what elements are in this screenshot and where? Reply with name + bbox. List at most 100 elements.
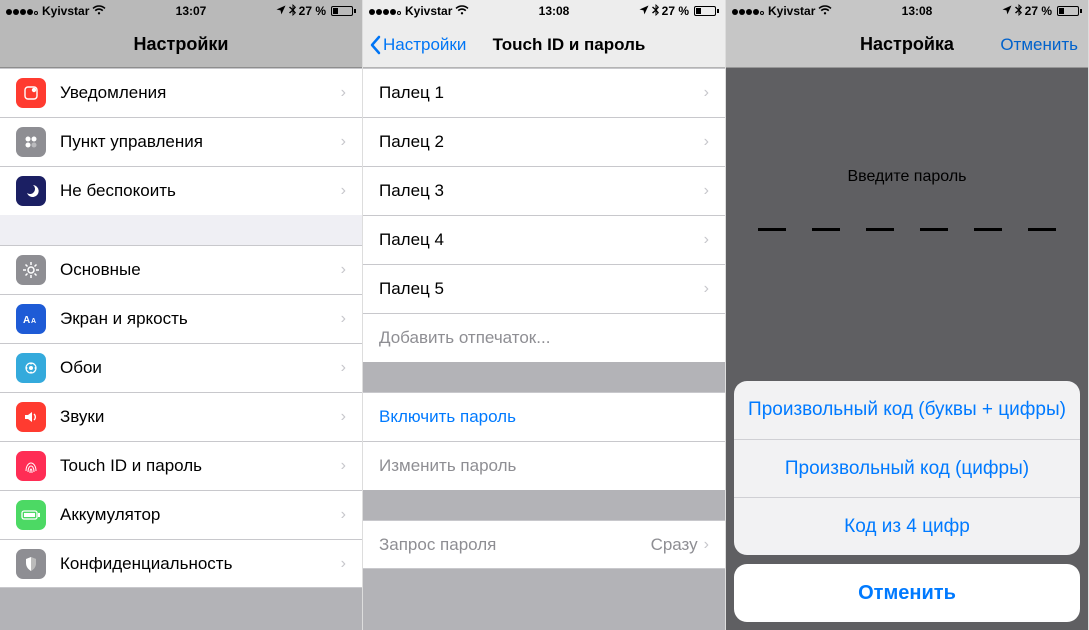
- settings-row[interactable]: Пункт управления ›: [0, 117, 362, 166]
- clock-label: 13:07: [176, 4, 207, 18]
- page-title: Touch ID и пароль: [493, 35, 646, 55]
- battery-label: 27 %: [1025, 4, 1052, 18]
- sheet-option-alpha[interactable]: Произвольный код (буквы + цифры): [734, 381, 1080, 439]
- touchid-icon: [16, 451, 46, 481]
- sheet-cancel-button[interactable]: Отменить: [734, 564, 1080, 622]
- chevron-right-icon: ›: [341, 310, 346, 328]
- row-detail: Сразу: [651, 535, 698, 555]
- svg-text:A: A: [23, 315, 30, 325]
- sheet-option-numeric[interactable]: Произвольный код (цифры): [734, 439, 1080, 497]
- navbar: Настройки: [0, 22, 362, 68]
- sheet-option-4digit[interactable]: Код из 4 цифр: [734, 497, 1080, 555]
- finger-row[interactable]: Палец 3›: [363, 166, 725, 215]
- clock-label: 13:08: [902, 4, 933, 18]
- row-label: Звуки: [60, 407, 104, 427]
- page-title: Настройка: [860, 34, 954, 55]
- chevron-right-icon: ›: [704, 84, 709, 102]
- location-icon: [1002, 4, 1012, 18]
- finger-row[interactable]: Палец 2 ›: [363, 117, 725, 166]
- navbar: Настройки Touch ID и пароль: [363, 22, 725, 68]
- privacy-icon: [16, 549, 46, 579]
- row-label: Добавить отпечаток...: [379, 328, 550, 348]
- signal-icon: [6, 4, 39, 18]
- svg-text:A: A: [31, 318, 36, 325]
- row-label: Экран и яркость: [60, 309, 188, 329]
- chevron-right-icon: ›: [704, 133, 709, 151]
- battery-icon: [1055, 6, 1082, 16]
- back-button[interactable]: Настройки: [369, 35, 466, 55]
- bluetooth-icon: [289, 4, 296, 19]
- control-center-icon: [16, 127, 46, 157]
- change-passcode-row[interactable]: Изменить пароль: [363, 441, 725, 490]
- row-label: Палец 5: [379, 279, 444, 299]
- navbar: Настройка Отменить: [726, 22, 1088, 68]
- page-title: Настройки: [134, 34, 229, 55]
- row-label: Запрос пароля: [379, 535, 496, 555]
- settings-row[interactable]: Аккумулятор ›: [0, 490, 362, 539]
- general-icon: [16, 255, 46, 285]
- row-label: Палец 2: [379, 132, 444, 152]
- chevron-right-icon: ›: [341, 506, 346, 524]
- display-icon: AA: [16, 304, 46, 334]
- notifications-icon: [16, 78, 46, 108]
- chevron-right-icon: ›: [341, 408, 346, 426]
- action-sheet: Произвольный код (буквы + цифры) Произво…: [734, 381, 1080, 622]
- row-label: Обои: [60, 358, 102, 378]
- chevron-right-icon: ›: [341, 555, 346, 573]
- settings-row[interactable]: Конфиденциальность ›: [0, 539, 362, 588]
- chevron-right-icon: ›: [704, 182, 709, 200]
- row-label: Аккумулятор: [60, 505, 160, 525]
- row-label: Палец 1: [379, 83, 444, 103]
- battery-label: 27 %: [662, 4, 689, 18]
- bluetooth-icon: [652, 4, 659, 19]
- battery-icon: [329, 6, 356, 16]
- signal-icon: [369, 4, 402, 18]
- battery-icon: [692, 6, 719, 16]
- row-label: Touch ID и пароль: [60, 456, 202, 476]
- chevron-right-icon: ›: [341, 84, 346, 102]
- finger-row[interactable]: Палец 4 ›: [363, 215, 725, 264]
- status-bar: Kyivstar 13:07 27 %: [0, 0, 362, 22]
- status-bar: Kyivstar 13:08 27 %: [726, 0, 1088, 22]
- chevron-right-icon: ›: [341, 182, 346, 200]
- location-icon: [276, 4, 286, 18]
- row-label: Изменить пароль: [379, 456, 516, 476]
- require-passcode-row[interactable]: Запрос пароля Сразу ›: [363, 520, 725, 569]
- row-label: Основные: [60, 260, 141, 280]
- settings-row-touchid[interactable]: Touch ID и пароль ›: [0, 441, 362, 490]
- carrier-label: Kyivstar: [42, 4, 89, 18]
- settings-row[interactable]: Обои ›: [0, 343, 362, 392]
- status-bar: Kyivstar 13:08 27 %: [363, 0, 725, 22]
- finger-row[interactable]: Палец 1 ›: [363, 68, 725, 117]
- settings-row[interactable]: AA Экран и яркость ›: [0, 294, 362, 343]
- settings-row[interactable]: Не беспокоить ›: [0, 166, 362, 215]
- row-label: Уведомления: [60, 83, 166, 103]
- wifi-icon: [92, 4, 106, 18]
- chevron-right-icon: ›: [704, 280, 709, 298]
- wifi-icon: [455, 4, 469, 18]
- row-label: Пункт управления: [60, 132, 203, 152]
- wallpaper-icon: [16, 353, 46, 383]
- finger-row[interactable]: Палец 5 ›: [363, 264, 725, 313]
- carrier-label: Kyivstar: [768, 4, 815, 18]
- back-label: Настройки: [383, 35, 466, 55]
- bluetooth-icon: [1015, 4, 1022, 19]
- battery-settings-icon: [16, 500, 46, 530]
- row-label: Конфиденциальность: [60, 554, 232, 574]
- enable-passcode-row[interactable]: Включить пароль: [363, 392, 725, 441]
- location-icon: [639, 4, 649, 18]
- signal-icon: [732, 4, 765, 18]
- wifi-icon: [818, 4, 832, 18]
- chevron-right-icon: ›: [341, 133, 346, 151]
- chevron-right-icon: ›: [704, 231, 709, 249]
- clock-label: 13:08: [539, 4, 570, 18]
- chevron-right-icon: ›: [704, 536, 709, 554]
- add-finger-row[interactable]: Добавить отпечаток...: [363, 313, 725, 362]
- cancel-nav-button[interactable]: Отменить: [1000, 35, 1078, 55]
- row-label: Палец 4: [379, 230, 444, 250]
- chevron-right-icon: ›: [341, 359, 346, 377]
- settings-row[interactable]: Основные ›: [0, 245, 362, 294]
- settings-row[interactable]: Уведомления ›: [0, 68, 362, 117]
- chevron-right-icon: ›: [341, 261, 346, 279]
- settings-row[interactable]: Звуки ›: [0, 392, 362, 441]
